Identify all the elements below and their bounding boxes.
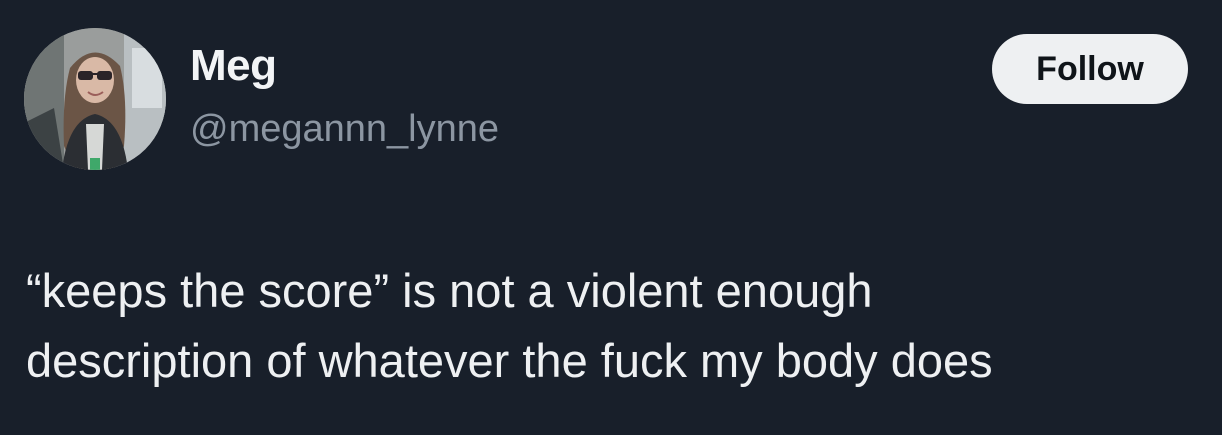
avatar-photo xyxy=(24,28,166,170)
user-handle[interactable]: @megannn_lynne xyxy=(190,110,499,148)
avatar[interactable] xyxy=(24,28,166,170)
tweet-text-line: “keeps the score” is not a violent enoug… xyxy=(26,264,873,317)
tweet-text: “keeps the score” is not a violent enoug… xyxy=(26,256,1206,396)
display-name[interactable]: Meg xyxy=(190,44,277,88)
tweet-text-line: description of whatever the fuck my body… xyxy=(26,334,993,387)
tweet-card: Meg @megannn_lynne Follow “keeps the sco… xyxy=(0,0,1222,435)
follow-button[interactable]: Follow xyxy=(992,34,1188,104)
